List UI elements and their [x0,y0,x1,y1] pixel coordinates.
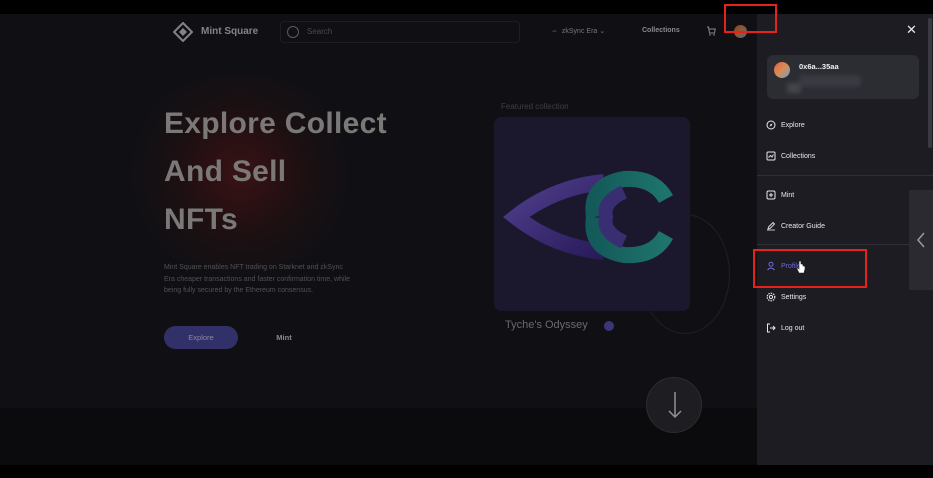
drawer-item-label: Creator Guide [781,222,825,230]
featured-collection-card[interactable] [494,117,690,311]
drawer-item-label: Mint [781,191,795,199]
verified-badge-icon [604,321,614,331]
account-drawer: ✕ 0x6a...35aa Explore Collections Mint C… [757,14,933,465]
drawer-item-label: Collections [781,152,816,160]
logout-icon [767,323,776,333]
explore-button[interactable]: Explore [164,326,238,349]
drawer-item-label: Log out [781,324,805,332]
drawer-item-logout[interactable]: Log out [766,321,804,335]
compass-icon [766,120,776,130]
drawer-item-settings[interactable]: Settings [766,290,806,304]
plus-square-icon [766,190,776,200]
lower-section [0,408,757,465]
network-label: zkSync Era [561,28,598,35]
avatar-highlight-box [724,4,777,33]
close-icon[interactable]: ✕ [906,22,917,38]
drawer-item-label: Explore [781,121,805,129]
chevron-left-icon [917,232,925,248]
drawer-item-creator-guide[interactable]: Creator Guide [766,219,825,233]
avatar [774,62,790,78]
blurred-detail [787,83,801,93]
wallet-profile-card[interactable]: 0x6a...35aa [767,55,919,99]
network-selector[interactable]: ⇔ zkSync Era ⌄ [551,27,605,35]
screen-top-border [0,0,933,14]
collection-icon [766,151,776,161]
hero-title-line-2: And Sell [164,155,287,188]
featured-collection-label: Featured collection [501,102,569,111]
menu-divider [757,175,933,176]
hero-title-line-3: NFTs [164,203,238,236]
wallet-address: 0x6a...35aa [799,62,839,71]
drawer-item-explore[interactable]: Explore [766,118,805,132]
featured-collection-name[interactable]: Tyche's Odyssey [505,319,588,331]
scroll-down-button[interactable] [646,377,702,433]
pen-icon [767,221,776,231]
search-icon [287,26,299,38]
tyches-odyssey-artwork [494,117,690,311]
hero-title-line-1: Explore Collect [164,107,387,140]
hero-title: Explore Collect And Sell NFTs [164,100,454,244]
logo-text[interactable]: Mint Square [201,26,258,37]
mint-button[interactable]: Mint [256,326,312,349]
nav-collections-link[interactable]: Collections [642,27,680,34]
hand-cursor-icon [796,261,806,274]
menu-divider [757,244,933,245]
drawer-item-mint[interactable]: Mint [766,188,794,202]
mint-square-logo-icon[interactable] [173,22,193,42]
drawer-item-collections[interactable]: Collections [766,149,815,163]
drawer-scrollbar[interactable] [928,18,932,148]
main-page: Mint Square Search ⇔ zkSync Era ⌄ Collec… [0,14,757,465]
blurred-balance [799,75,861,87]
side-panel-toggle[interactable] [909,190,933,290]
hero-description: Mint Square enables NFT trading on Stark… [164,264,350,294]
drawer-item-label: Settings [781,293,807,301]
top-navigation: Mint Square Search ⇔ zkSync Era ⌄ Collec… [0,14,757,50]
gear-icon [766,292,776,302]
arrow-down-icon [668,392,682,419]
search-placeholder: Search [307,27,333,36]
search-input[interactable]: Search [280,21,520,43]
profile-highlight-box [753,249,867,288]
cart-icon[interactable] [706,26,716,36]
screen-bottom-border [0,465,933,478]
